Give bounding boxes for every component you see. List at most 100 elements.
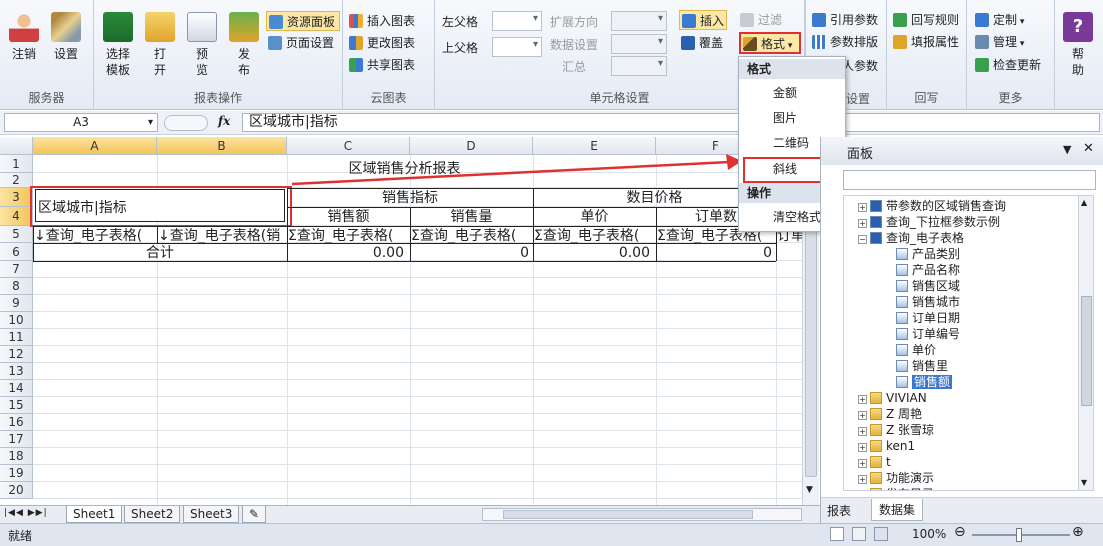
panel-tab-dataset[interactable]: 数据集 [871,499,923,521]
scroll-down-icon[interactable]: ▼ [806,485,813,495]
row-header-11[interactable]: 11 [0,329,33,346]
publish-button[interactable]: 发布 [224,12,264,78]
row-header-20[interactable]: 20 [0,482,33,499]
tree-scroll-up-icon[interactable]: ▲ [1081,198,1087,207]
tab-sheet1[interactable]: Sheet1 [66,506,123,523]
tree-field-node[interactable]: 产品名称 [896,262,960,278]
tree-field-node[interactable]: 销售里 [896,358,948,374]
row-header-3[interactable]: 3 [0,188,33,207]
panel-tab-report[interactable]: 报表 [827,502,851,519]
row-header-4[interactable]: 4 [0,207,33,226]
name-box-dropdown-icon[interactable]: ▾ [148,114,153,131]
row-header-19[interactable]: 19 [0,465,33,482]
zoom-in-icon[interactable]: ⊕ [1072,524,1084,540]
row-header-10[interactable]: 10 [0,312,33,329]
data-settings-combo[interactable] [611,34,667,54]
left-parent-combo[interactable] [492,11,542,31]
tree-query-node[interactable]: + 带参数的区域销售查询 [858,198,1006,214]
row-header-1[interactable]: 1 [0,155,33,173]
formula-splitter[interactable] [164,115,208,131]
row-header-8[interactable]: 8 [0,278,33,295]
share-chart-button[interactable]: 共享图表 [347,55,415,75]
tree-field-node[interactable]: 单价 [896,342,936,358]
spreadsheet-grid[interactable]: A B C D E F 1 2 3 4 5 6 7 8 9 10 11 12 13 14 15 16 17 18 1… [0,137,820,505]
tree-field-node[interactable]: 订单日期 [896,310,960,326]
panel-close-icon[interactable]: ✕ [1083,141,1094,156]
zoom-slider-thumb[interactable] [1016,528,1022,542]
total-amount[interactable]: 0.00 [288,245,404,262]
logout-button[interactable]: 注销 [4,12,44,62]
tree-scroll-down-icon[interactable]: ▼ [1081,478,1087,487]
tree-folder-node[interactable]: + 功能演示 [858,470,934,486]
normal-view-icon[interactable] [830,527,844,541]
row-header-12[interactable]: 12 [0,346,33,363]
col-header-b[interactable]: B [157,137,287,155]
summary-combo[interactable] [611,56,667,76]
overwrite-button[interactable]: 覆盖 [679,33,723,53]
tree-expander-icon[interactable]: + [858,427,867,436]
total-label[interactable]: 合计 [33,245,287,262]
help-button[interactable]: ? 帮助 [1058,12,1098,78]
select-all-corner[interactable] [0,137,33,155]
tree-scroll-thumb[interactable] [1081,296,1092,406]
tree-folder-node[interactable]: + Z 张雪琼 [858,422,934,438]
row-header-17[interactable]: 17 [0,431,33,448]
tree-expander-icon[interactable]: + [858,443,867,452]
row-header-14[interactable]: 14 [0,380,33,397]
tree-field-node[interactable]: 销售区域 [896,278,960,294]
format-button[interactable]: 格式 ▾ [739,32,801,54]
tab-nav-icons[interactable]: |◀◀ ▶▶| [4,508,48,518]
custom-button[interactable]: 定制 ▾ [973,10,1024,30]
total-order-count[interactable]: 0 [657,245,772,262]
check-update-button[interactable]: 检查更新 [973,55,1041,75]
tree-folder-node[interactable]: + Z 周艳 [858,406,922,422]
tree-expander-icon[interactable]: + [858,395,867,404]
row-header-18[interactable]: 18 [0,448,33,465]
ref-params-button[interactable]: 引用参数 [810,10,878,30]
open-button[interactable]: 打开 [140,12,180,78]
tree-folder-node[interactable]: + t [858,454,891,470]
filter-button[interactable]: 过滤 [738,10,782,30]
manage-button[interactable]: 管理 ▾ [973,32,1024,52]
writeback-rule-button[interactable]: 回写规则 [891,10,959,30]
row-header-5[interactable]: 5 [0,226,33,243]
param-layout-button[interactable]: 参数排版 [810,32,878,52]
fx-icon[interactable]: fx [218,114,230,128]
tree-folder-node[interactable]: + VIVIAN [858,390,927,406]
row-header-9[interactable]: 9 [0,295,33,312]
horizontal-scrollbar[interactable] [482,508,802,521]
add-sheet-icon[interactable]: ✎ [242,506,266,523]
settings-button[interactable]: 设置 [46,12,86,62]
tree-field-node[interactable]: 产品类别 [896,246,960,262]
page-settings-button[interactable]: 页面设置 [266,33,334,53]
menu-item-amount[interactable]: 金额 [739,81,845,105]
tree-query-node[interactable]: − 查询_电子表格 [858,230,964,246]
tab-sheet2[interactable]: Sheet2 [124,506,181,523]
tree-expander-icon[interactable]: + [858,411,867,420]
row-header-6[interactable]: 6 [0,243,33,261]
tree-folder-node[interactable]: + ken1 [858,438,915,454]
preview-button[interactable]: 预览 [182,12,222,78]
tree-scrollbar[interactable]: ▲ ▼ [1078,196,1093,490]
col-header-a[interactable]: A [33,137,157,155]
insert-chart-button[interactable]: 插入图表 [347,11,415,31]
row-header-15[interactable]: 15 [0,397,33,414]
change-chart-button[interactable]: 更改图表 [347,33,415,53]
fill-attr-button[interactable]: 填报属性 [891,32,959,52]
name-box[interactable]: A3 ▾ [4,113,158,132]
row-header-13[interactable]: 13 [0,363,33,380]
total-unit-price[interactable]: 0.00 [534,245,650,262]
tree-expander-icon[interactable]: + [858,203,867,212]
select-template-button[interactable]: 选择模板 [98,12,138,78]
horizontal-scroll-thumb[interactable] [503,510,753,519]
zoom-out-icon[interactable]: ⊖ [954,524,966,540]
top-parent-combo[interactable] [492,37,542,57]
resource-panel-button[interactable]: 资源面板 [266,11,341,31]
tree-expander-icon[interactable]: − [858,235,867,244]
page-break-view-icon[interactable] [874,527,888,541]
subheader-unit-price[interactable]: 单价 [533,209,656,226]
tree-expander-icon[interactable]: + [858,475,867,484]
layout-view-icon[interactable] [852,527,866,541]
row-header-7[interactable]: 7 [0,261,33,278]
tab-sheet3[interactable]: Sheet3 [183,506,240,523]
